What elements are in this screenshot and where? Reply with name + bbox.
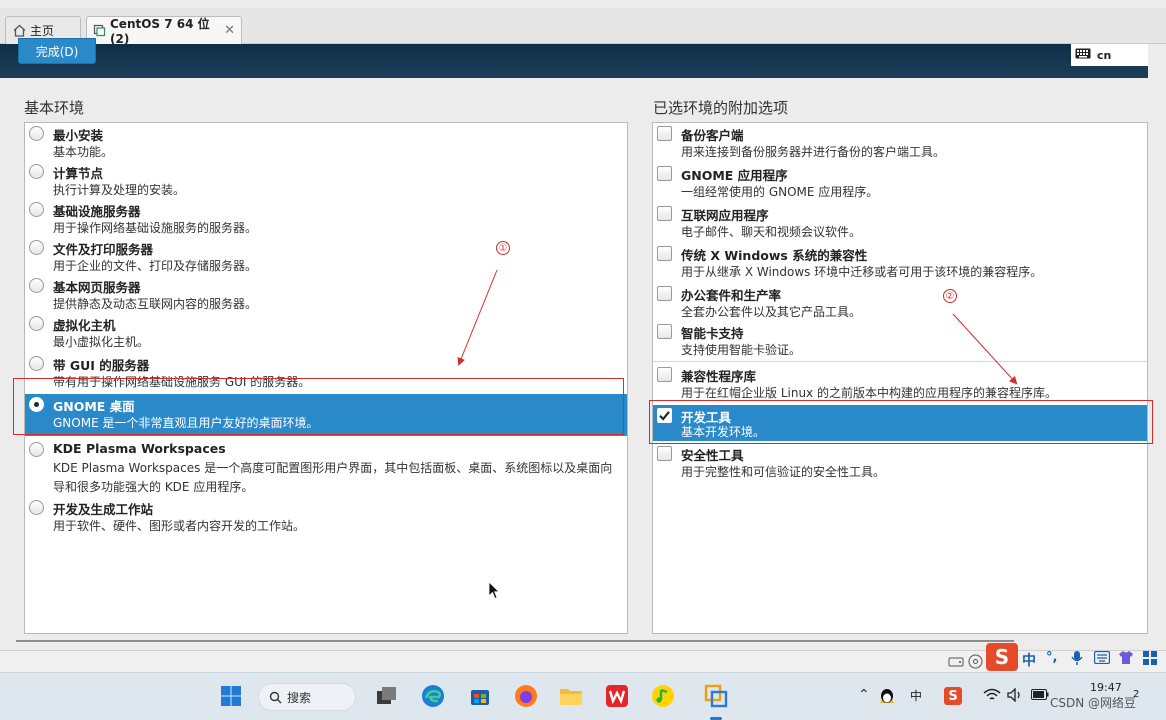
edge-browser-icon[interactable] [420,683,446,709]
home-icon [12,24,26,38]
qq-penguin-icon[interactable] [878,686,896,704]
annotation-arrows [457,269,1018,385]
vmware-workstation-icon[interactable] [703,683,729,709]
horizontal-scrollbar[interactable] [16,640,1014,642]
search-icon [269,691,282,704]
system-clock-time[interactable]: 19:47 [1090,681,1122,694]
tab-centos-label: CentOS 7 64 位 (2) [110,17,210,46]
csdn-watermark: CSDN @网络豆 [1050,696,1137,710]
mouse-cursor-icon [488,581,500,600]
tab-home-label: 主页 [30,24,55,38]
search-label: 搜索 [287,690,312,705]
tab-bar: 主页 CentOS 7 64 位 (2) ✕ [0,0,1166,46]
ime-punctuation-toggle[interactable]: °, [1046,650,1057,665]
sogou-tray-icon[interactable]: S [944,687,962,705]
music-app-icon[interactable] [650,683,676,709]
close-icon[interactable]: ✕ [224,23,235,38]
toolbar-strip [0,0,1166,8]
taskbar-search[interactable]: 搜索 [258,683,356,711]
ime-language-toggle[interactable]: 中 [1022,650,1036,670]
skin-shirt-icon[interactable] [1118,650,1134,665]
soft-keyboard-icon[interactable] [1094,651,1110,664]
wifi-icon[interactable] [983,688,1001,702]
microsoft-store-icon[interactable] [467,683,493,709]
input-language-indicator[interactable]: 中 [910,687,922,704]
battery-icon[interactable] [1031,689,1049,700]
annotation-arrow [952,313,1018,385]
show-hidden-icons-chevron[interactable]: ⌃ [858,687,870,703]
sogou-ime-icon[interactable]: S [986,643,1018,671]
microphone-icon[interactable] [1070,650,1084,666]
toolbox-grid-icon[interactable] [1142,650,1158,666]
vm-icon [93,24,106,38]
vm-screen: 完成(D) cn 基本环境 已选环境的附加选项 最小安装 基本功能。 计算节点 … [0,38,1166,650]
hard-disk-icon [948,657,964,667]
task-view-icon[interactable] [374,683,400,709]
annotation-arrow [457,269,498,366]
wps-office-icon[interactable] [604,683,630,709]
firefox-icon[interactable] [513,683,539,709]
cd-drive-icon [968,654,983,669]
volume-icon[interactable] [1007,688,1023,702]
windows-taskbar: 搜索 ⌃ 中 S 19:47 2 [0,672,1166,720]
file-explorer-icon[interactable] [558,683,584,709]
tab-centos-vm[interactable]: CentOS 7 64 位 (2) ✕ [86,16,242,46]
windows-start-icon[interactable] [218,683,244,709]
